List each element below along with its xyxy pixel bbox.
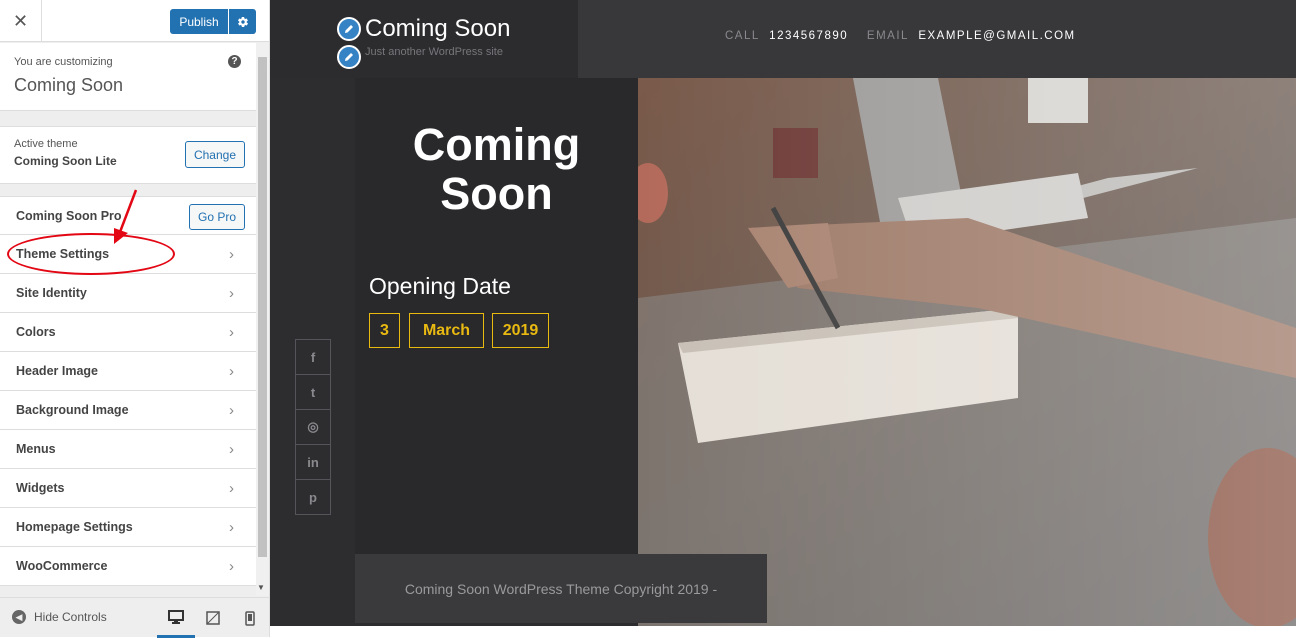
publish-button[interactable]: Publish: [170, 9, 228, 34]
chevron-right-icon: ›: [229, 441, 234, 458]
site-header-branding: Coming Soon Just another WordPress site: [270, 0, 578, 78]
coming-soon-heading: Coming Soon: [355, 120, 638, 218]
customizer-sidebar: ✕ Publish You are customizing Coming Soo…: [0, 0, 270, 638]
go-pro-button[interactable]: Go Pro: [189, 204, 245, 230]
contact-info: CALL 1234567890 EMAIL EXAMPLE@GMAIL.COM: [725, 30, 1076, 42]
collapse-arrow-icon: ◀: [12, 610, 26, 624]
customizing-info: You are customizing Coming Soon ?: [0, 43, 256, 111]
active-theme-name: Coming Soon Lite: [14, 154, 117, 168]
scrollbar-thumb[interactable]: [258, 57, 267, 557]
mobile-preview-button[interactable]: [231, 598, 269, 638]
coming-soon-card: Coming Soon Opening Date 3 March 2019: [355, 78, 638, 554]
section-widgets[interactable]: Widgets ›: [0, 469, 256, 508]
email-label: EMAIL: [866, 30, 909, 42]
copyright-text: Coming Soon WordPress Theme Copyright 20…: [404, 580, 718, 597]
chevron-right-icon: ›: [229, 285, 234, 302]
chevron-right-icon: ›: [229, 402, 234, 419]
date-year: 2019: [492, 313, 549, 348]
section-site-identity[interactable]: Site Identity ›: [0, 274, 256, 313]
site-title[interactable]: Coming Soon: [365, 15, 510, 43]
annotation-arrow-icon: [114, 189, 138, 244]
change-theme-button[interactable]: Change: [185, 141, 245, 168]
section-colors[interactable]: Colors ›: [0, 313, 256, 352]
chevron-right-icon: ›: [229, 519, 234, 536]
help-icon[interactable]: ?: [228, 55, 241, 68]
section-label: Coming Soon Pro: [16, 209, 122, 223]
twitter-icon[interactable]: t: [295, 374, 331, 410]
scroll-down-arrow-icon[interactable]: ▼: [257, 583, 265, 592]
section-label: WooCommerce: [16, 559, 108, 573]
site-footer: Coming Soon WordPress Theme Copyright 20…: [355, 554, 767, 623]
desktop-icon: [168, 609, 184, 624]
hide-controls-button[interactable]: ◀ Hide Controls: [12, 610, 107, 624]
mobile-icon: [245, 610, 255, 626]
section-label: Site Identity: [16, 286, 87, 300]
section-label: Menus: [16, 442, 56, 456]
edit-site-title-button[interactable]: [337, 17, 361, 41]
site-tagline: Just another WordPress site: [365, 46, 503, 58]
instagram-icon[interactable]: ◎: [295, 409, 331, 445]
chevron-right-icon: ›: [229, 558, 234, 575]
publish-settings-button[interactable]: [229, 9, 256, 34]
linkedin-icon[interactable]: in: [295, 444, 331, 480]
gear-icon: [237, 16, 248, 27]
customizing-title: Coming Soon: [14, 75, 124, 95]
section-label: Colors: [16, 325, 56, 339]
section-label: Widgets: [16, 481, 65, 495]
sidebar-scrollbar[interactable]: ▼: [256, 43, 269, 596]
section-background-image[interactable]: Background Image ›: [0, 391, 256, 430]
chevron-right-icon: ›: [229, 324, 234, 341]
section-woocommerce[interactable]: WooCommerce ›: [0, 547, 256, 586]
customizer-panel-scroll[interactable]: You are customizing Coming Soon ? Active…: [0, 43, 256, 596]
chevron-right-icon: ›: [229, 363, 234, 380]
heading-line-2: Soon: [440, 168, 553, 219]
section-menus[interactable]: Menus ›: [0, 430, 256, 469]
heading-line-1: Coming: [412, 119, 581, 170]
site-preview: Coming Soon Just another WordPress site …: [270, 0, 1296, 637]
customizer-header: ✕ Publish: [0, 0, 269, 42]
tablet-preview-button[interactable]: [194, 598, 232, 638]
date-month: March: [409, 313, 484, 348]
call-label: CALL: [725, 30, 760, 42]
active-theme-label: Active theme: [14, 138, 78, 150]
annotation-highlight-ellipse: [7, 233, 175, 275]
hero-background-image: [638, 78, 1296, 626]
facebook-icon[interactable]: f: [295, 339, 331, 375]
pencil-icon: [345, 53, 353, 61]
customizing-label: You are customizing: [14, 56, 113, 68]
close-customizer-button[interactable]: ✕: [0, 0, 42, 42]
chevron-right-icon: ›: [229, 480, 234, 497]
customizer-footer: ◀ Hide Controls: [0, 597, 269, 638]
hide-controls-label: Hide Controls: [34, 610, 107, 624]
email-value[interactable]: EXAMPLE@GMAIL.COM: [918, 30, 1075, 42]
opening-date-label: Opening Date: [369, 273, 511, 299]
section-label: Header Image: [16, 364, 98, 378]
call-value[interactable]: 1234567890: [769, 30, 848, 42]
tablet-icon: [206, 611, 220, 625]
section-label: Background Image: [16, 403, 129, 417]
section-header-image[interactable]: Header Image ›: [0, 352, 256, 391]
edit-tagline-button[interactable]: [337, 45, 361, 69]
desktop-preview-button[interactable]: [157, 598, 195, 638]
chevron-right-icon: ›: [229, 246, 234, 263]
pinterest-icon[interactable]: p: [295, 479, 331, 515]
active-theme-panel: Active theme Coming Soon Lite Change: [0, 126, 256, 184]
date-day: 3: [369, 313, 400, 348]
section-label: Homepage Settings: [16, 520, 133, 534]
section-homepage-settings[interactable]: Homepage Settings ›: [0, 508, 256, 547]
social-links: f t ◎ in p: [295, 339, 331, 515]
pencil-icon: [345, 25, 353, 33]
